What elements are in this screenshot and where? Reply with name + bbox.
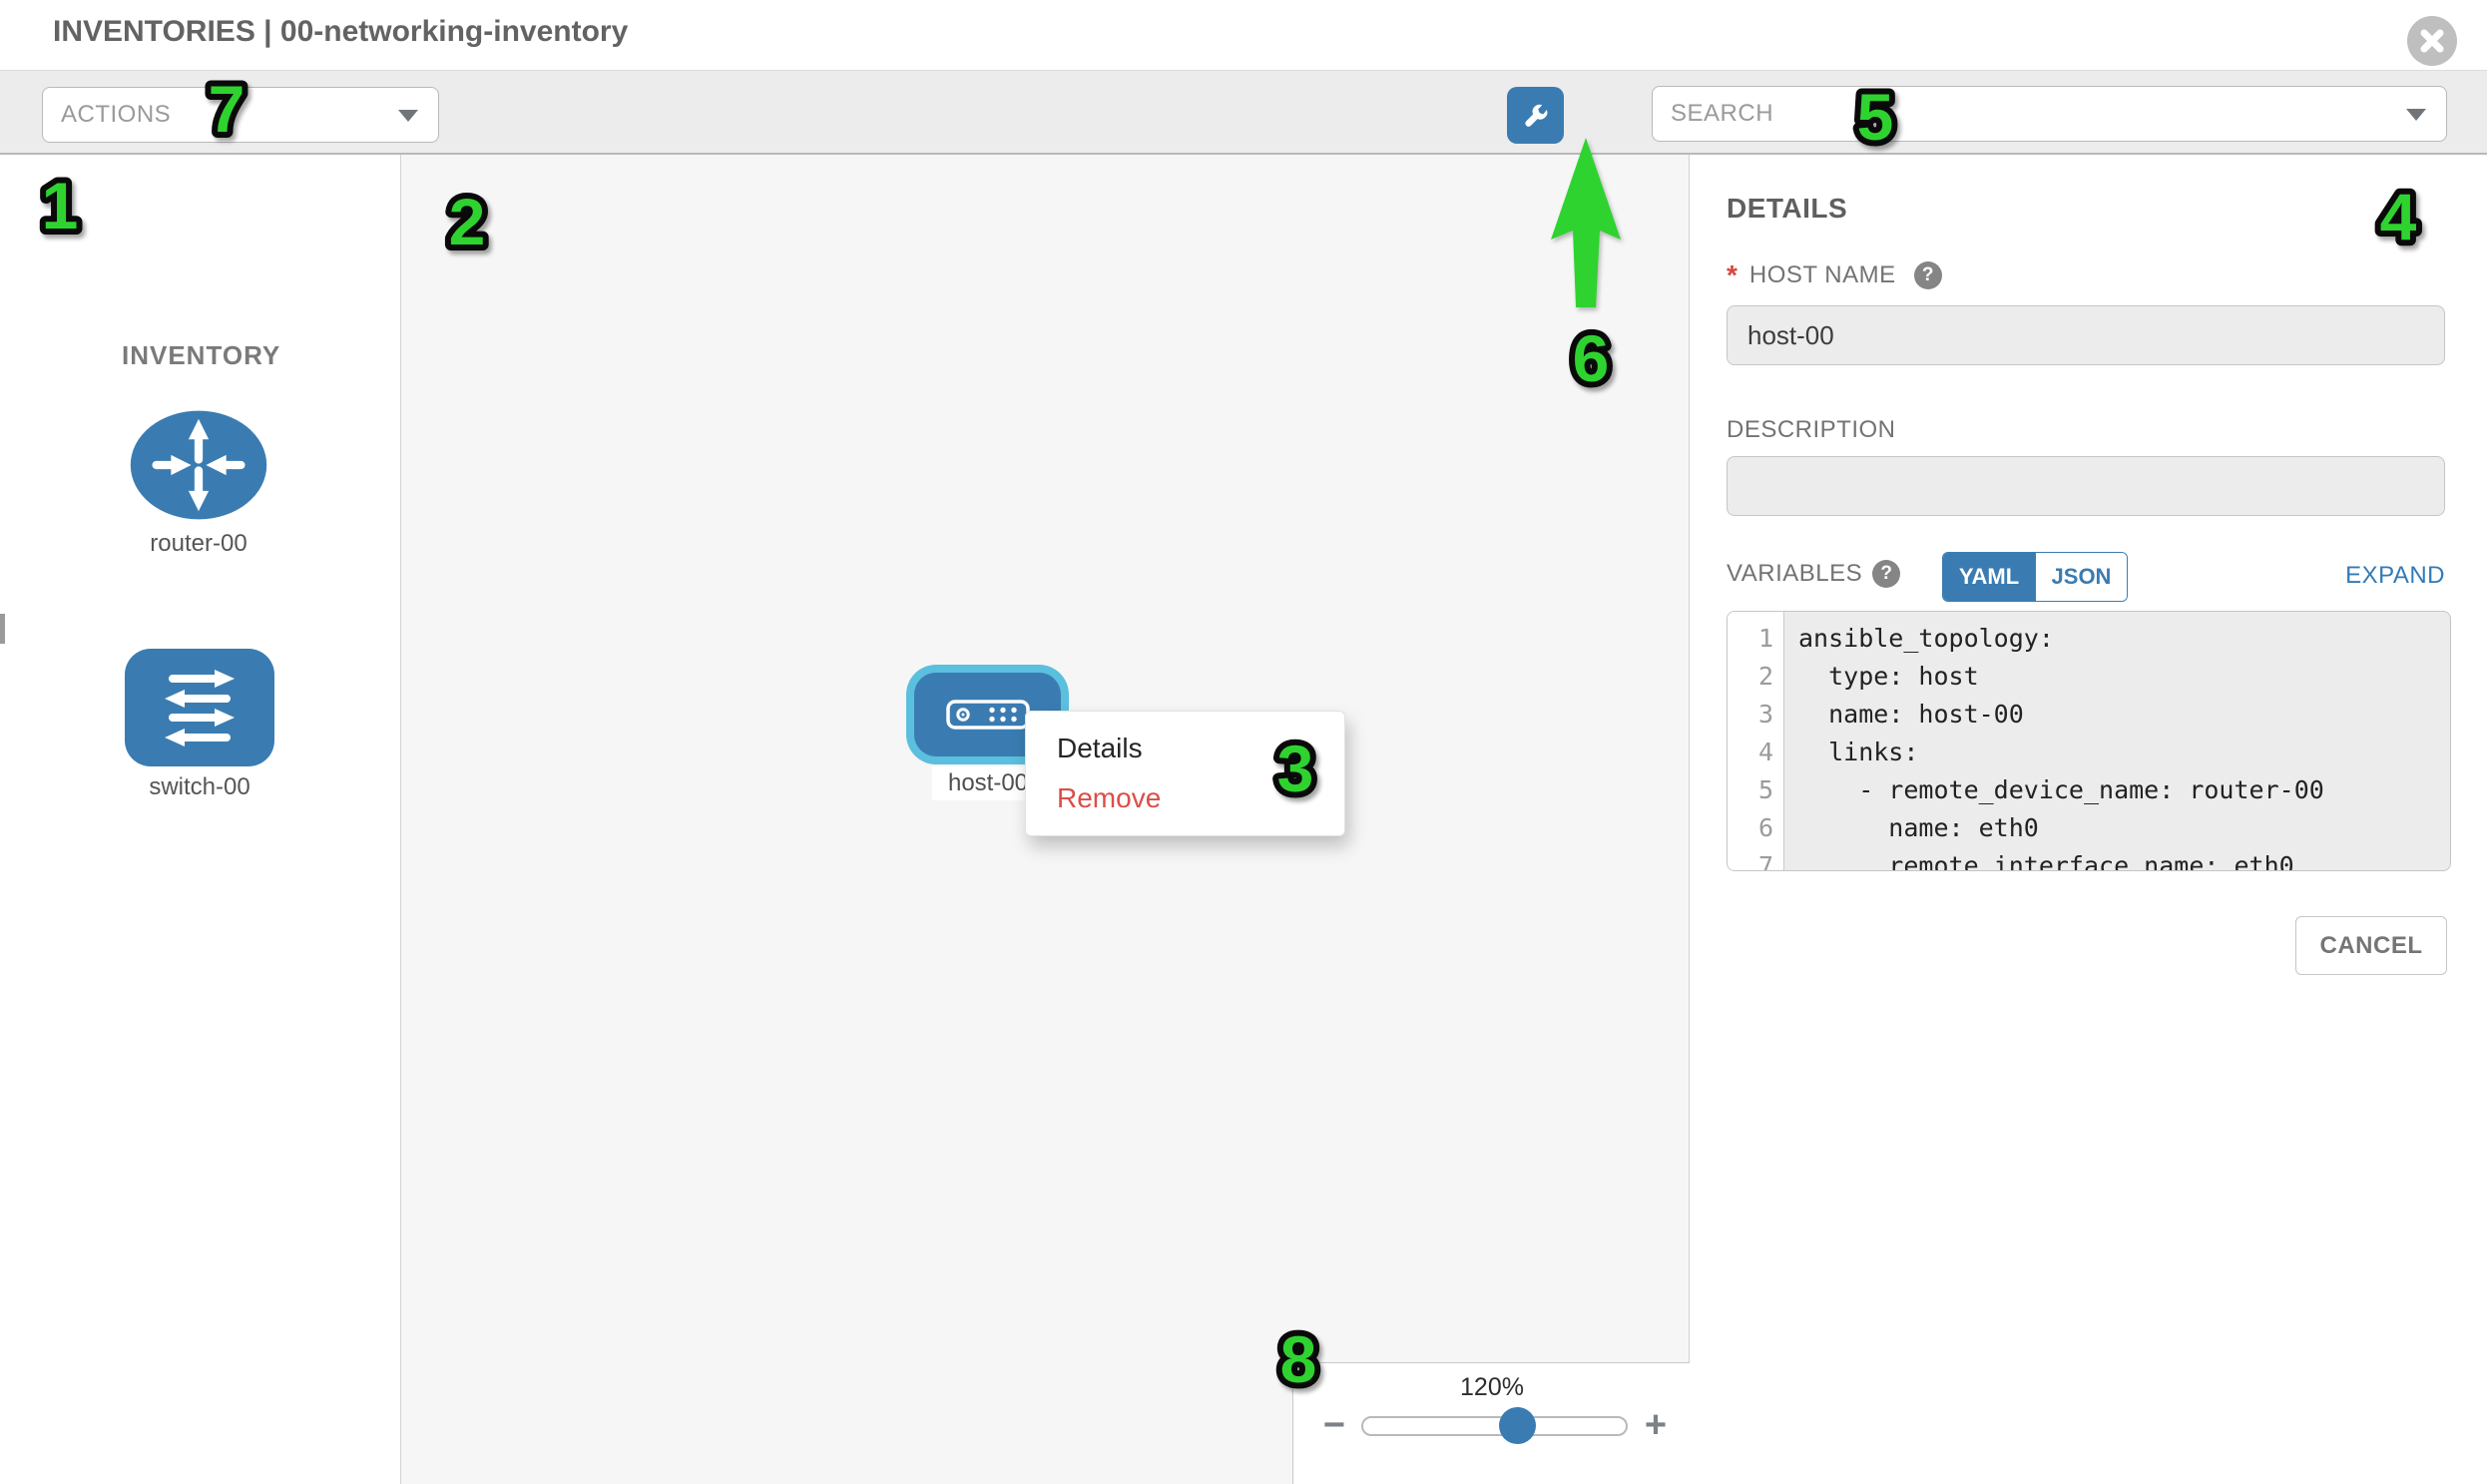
switch-icon (125, 649, 274, 766)
code-text-area[interactable]: ansible_topology: type: host name: host-… (1784, 612, 2450, 870)
zoom-in-button[interactable]: + (1641, 1405, 1671, 1445)
zoom-slider-thumb[interactable] (1499, 1407, 1536, 1444)
details-panel-title: DETAILS (1727, 193, 1847, 225)
search-dropdown[interactable]: SEARCH (1652, 86, 2447, 142)
description-input[interactable] (1727, 456, 2445, 516)
code-line: name: eth0 (1798, 809, 2450, 847)
toolbox-button[interactable] (1507, 87, 1564, 144)
code-line-number: 3 (1728, 696, 1783, 734)
variables-label: VARIABLES (1727, 560, 1862, 588)
hostname-help-icon[interactable]: ? (1914, 261, 1942, 289)
switch-label: switch-00 (90, 773, 309, 801)
sidebar-item-switch[interactable] (125, 649, 274, 766)
wrench-icon (1519, 99, 1553, 133)
cancel-button[interactable]: CANCEL (2295, 916, 2447, 975)
sidebar-item-router[interactable] (125, 406, 272, 524)
code-line: remote_interface_name: eth0 (1798, 847, 2450, 871)
chevron-down-icon (2406, 109, 2426, 121)
tab-json[interactable]: JSON (2035, 553, 2127, 601)
node-context-menu: Details Remove (1025, 711, 1345, 836)
header: INVENTORIES | 00-networking-inventory (0, 0, 2487, 70)
code-line: ansible_topology: (1798, 620, 2450, 658)
variables-code-editor: 1234567 ansible_topology: type: host nam… (1727, 611, 2451, 871)
toolbar: ACTIONS SEARCH (0, 70, 2487, 155)
zoom-level-value: 120% (1293, 1373, 1691, 1402)
details-panel: DETAILS * HOST NAME ? host-00 DESCRIPTIO… (1691, 155, 2487, 1484)
variables-help-icon[interactable]: ? (1872, 560, 1900, 588)
code-line-number: 5 (1728, 771, 1783, 809)
variables-format-toggle: YAML JSON (1942, 552, 2128, 602)
code-line-number: 6 (1728, 809, 1783, 847)
hostname-input[interactable]: host-00 (1727, 305, 2445, 365)
close-button[interactable] (2407, 16, 2457, 66)
description-label: DESCRIPTION (1727, 416, 1896, 444)
variables-label-wrap: VARIABLES ? (1727, 560, 1900, 588)
code-line: name: host-00 (1798, 696, 2450, 734)
actions-dropdown[interactable]: ACTIONS (42, 87, 439, 143)
actions-dropdown-label: ACTIONS (61, 101, 171, 129)
host-server-icon (946, 700, 1030, 730)
sidebar-title: INVENTORY (122, 340, 280, 371)
router-label: router-00 (89, 530, 308, 558)
page-title: INVENTORIES | 00-networking-inventory (53, 15, 628, 49)
code-line-numbers: 1234567 (1728, 612, 1784, 870)
hostname-label: HOST NAME (1749, 261, 1896, 289)
close-icon (2418, 27, 2446, 55)
required-marker: * (1727, 259, 1738, 291)
code-line: links: (1798, 734, 2450, 771)
inventory-topology-page: INVENTORIES | 00-networking-inventory AC… (0, 0, 2487, 1484)
search-dropdown-label: SEARCH (1671, 100, 1773, 128)
sidebar-resize-handle[interactable] (0, 614, 5, 644)
context-menu-item-details[interactable]: Details (1026, 724, 1344, 773)
expand-link[interactable]: EXPAND (2345, 562, 2445, 590)
code-line-number: 4 (1728, 734, 1783, 771)
code-line: type: host (1798, 658, 2450, 696)
code-line-number: 2 (1728, 658, 1783, 696)
router-icon (125, 406, 272, 524)
inventory-sidebar: INVENTORY router-00 (0, 155, 401, 1484)
zoom-control-panel: 120% − + (1292, 1362, 1690, 1484)
zoom-out-button[interactable]: − (1319, 1405, 1349, 1445)
topology-canvas[interactable]: host-00 Details Remove 120% − + (401, 155, 1690, 1484)
code-line: - remote_device_name: router-00 (1798, 771, 2450, 809)
context-menu-item-remove[interactable]: Remove (1026, 773, 1344, 823)
variables-header-row: VARIABLES ? YAML JSON EXPAND (1727, 552, 2445, 602)
hostname-field-row: * HOST NAME ? (1727, 259, 1942, 291)
code-line-number: 7 (1728, 847, 1783, 871)
tab-yaml[interactable]: YAML (1943, 553, 2035, 601)
chevron-down-icon (398, 110, 418, 122)
zoom-slider-track[interactable] (1361, 1416, 1628, 1436)
code-line-number: 1 (1728, 620, 1783, 658)
